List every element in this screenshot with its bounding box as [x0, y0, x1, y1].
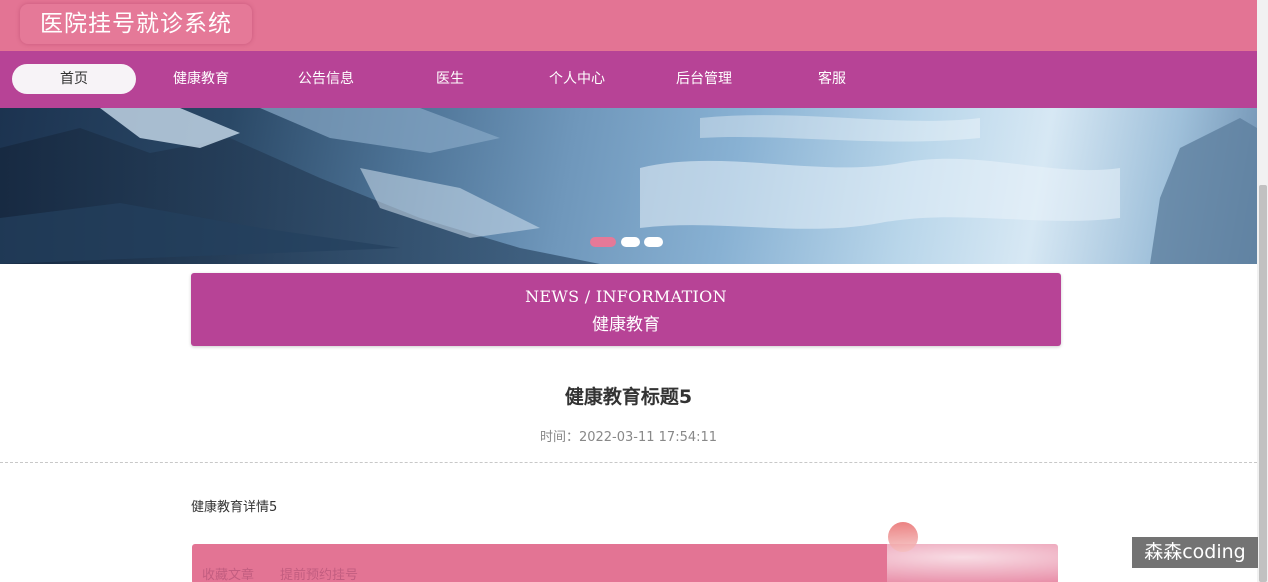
banner-carousel[interactable]	[0, 108, 1257, 264]
article-time-value: 2022-03-11 17:54:11	[578, 430, 718, 445]
nav-item-home[interactable]: 首页	[12, 64, 136, 94]
carousel-dot-3[interactable]	[644, 237, 663, 247]
nav-item-personal-center[interactable]: 个人中心	[515, 64, 639, 94]
article-title: 健康教育标题5	[564, 386, 693, 408]
nav-item-admin[interactable]: 后台管理	[642, 64, 766, 94]
action-bar-text[interactable]: 收藏文章 提前预约挂号	[202, 564, 358, 582]
site-title[interactable]: 医院挂号就诊系统	[20, 4, 252, 44]
page: 医院挂号就诊系统 首页 健康教育 公告信息 医生 个人中心 后台管理 客服 NE…	[0, 0, 1268, 582]
article-time-label: 时间：	[539, 430, 579, 445]
watermark: 森森coding	[1132, 537, 1258, 568]
divider	[0, 462, 1257, 463]
nav-item-announcements[interactable]: 公告信息	[264, 64, 388, 94]
carousel-dot-1[interactable]	[590, 237, 616, 247]
article-time: 时间：2022-03-11 17:54:11	[0, 426, 1257, 445]
nav-item-health-education[interactable]: 健康教育	[139, 64, 263, 94]
carousel-dot-2[interactable]	[621, 237, 640, 247]
section-title-bar: NEWS / INFORMATION 健康教育	[191, 273, 1061, 346]
article-body: 健康教育详情5	[191, 500, 278, 515]
nav-item-doctors[interactable]: 医生	[388, 64, 512, 94]
nav-item-customer-service[interactable]: 客服	[770, 64, 894, 94]
site-header: 医院挂号就诊系统	[0, 0, 1257, 51]
scrollbar-thumb[interactable]	[1259, 185, 1267, 582]
section-title-cn: 健康教育	[592, 315, 660, 335]
main-nav: 首页 健康教育 公告信息 医生 个人中心 后台管理 客服	[0, 51, 1257, 108]
section-title-en: NEWS / INFORMATION	[525, 287, 727, 306]
